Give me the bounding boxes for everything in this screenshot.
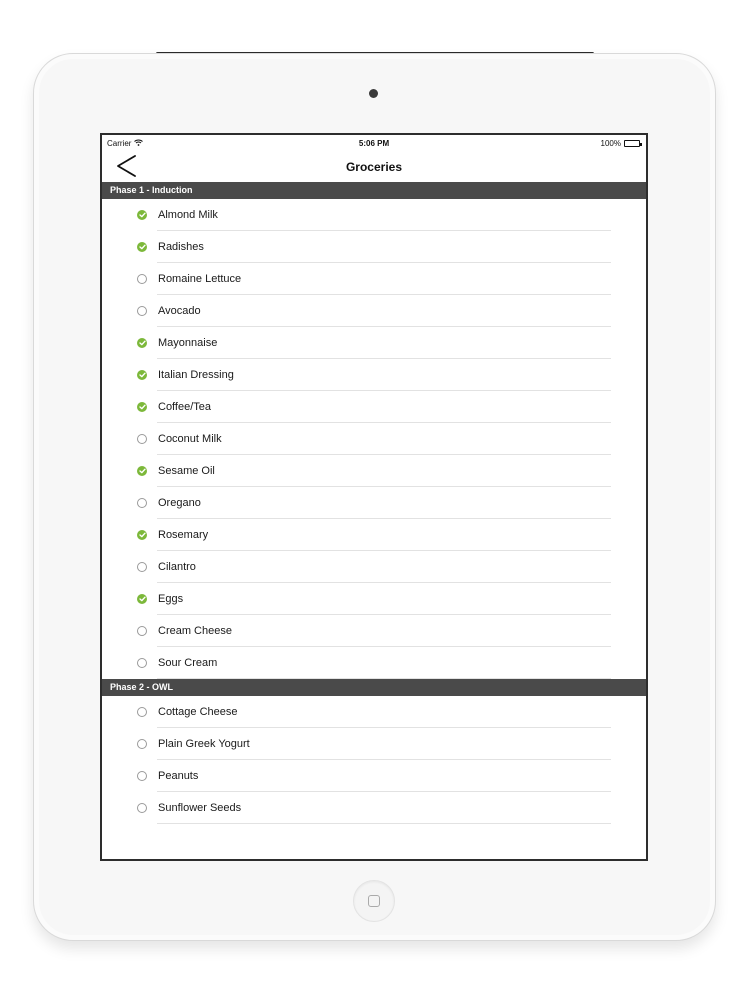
item-label: Eggs: [158, 593, 184, 605]
checkmark-icon[interactable]: [137, 210, 147, 220]
item-label: Cilantro: [158, 561, 196, 573]
battery-icon: [624, 140, 642, 147]
checkmark-icon[interactable]: [137, 242, 147, 252]
row-divider: [157, 823, 611, 824]
item-label: Peanuts: [158, 770, 199, 782]
checkmark-icon[interactable]: [137, 370, 147, 380]
list-item[interactable]: Rosemary: [102, 519, 646, 551]
list-item[interactable]: Italian Dressing: [102, 359, 646, 391]
home-button[interactable]: [353, 880, 395, 922]
empty-circle-icon[interactable]: [137, 274, 147, 284]
list-item[interactable]: Plain Greek Yogurt: [102, 728, 646, 760]
list-item[interactable]: Coconut Milk: [102, 423, 646, 455]
item-label: Rosemary: [158, 529, 209, 541]
home-square-icon: [368, 895, 380, 907]
empty-circle-icon[interactable]: [137, 803, 147, 813]
item-label: Almond Milk: [158, 209, 218, 221]
item-label: Sesame Oil: [158, 465, 215, 477]
section-list: Cottage Cheese Plain Greek Yogurt Peanuts S…: [102, 696, 646, 824]
checkmark-icon[interactable]: [137, 402, 147, 412]
section-header: Phase 2 - OWL: [102, 679, 646, 696]
page-title: Groceries: [345, 160, 403, 174]
list-item[interactable]: Eggs: [102, 583, 646, 615]
checkmark-icon[interactable]: [137, 338, 147, 348]
list-item[interactable]: Sunflower Seeds: [102, 792, 646, 824]
list-item[interactable]: Coffee/Tea: [102, 391, 646, 423]
item-label: Sunflower Seeds: [158, 802, 242, 814]
item-label: Cream Cheese: [158, 625, 232, 637]
list-item[interactable]: Radishes: [102, 231, 646, 263]
battery-percent: 100%: [600, 139, 621, 148]
empty-circle-icon[interactable]: [137, 562, 147, 572]
checkmark-icon[interactable]: [137, 530, 147, 540]
item-label: Mayonnaise: [158, 337, 218, 349]
empty-circle-icon[interactable]: [137, 739, 147, 749]
status-right: 100%: [600, 139, 642, 148]
list-item[interactable]: Avocado: [102, 295, 646, 327]
item-label: Italian Dressing: [158, 369, 234, 381]
empty-circle-icon[interactable]: [137, 707, 147, 717]
empty-circle-icon[interactable]: [137, 626, 147, 636]
checkmark-icon[interactable]: [137, 466, 147, 476]
list-item[interactable]: Peanuts: [102, 760, 646, 792]
list-item[interactable]: Romaine Lettuce: [102, 263, 646, 295]
item-label: Romaine Lettuce: [158, 273, 242, 285]
item-label: Cottage Cheese: [158, 706, 238, 718]
list-item[interactable]: Sesame Oil: [102, 455, 646, 487]
item-label: Oregano: [158, 497, 201, 509]
camera-icon: [369, 89, 378, 98]
item-label: Avocado: [158, 305, 201, 317]
item-label: Plain Greek Yogurt: [158, 738, 250, 750]
section-list: Almond Milk Radishes Romaine Lettuce Avocad…: [102, 199, 646, 679]
item-label: Coconut Milk: [158, 433, 222, 445]
list-item[interactable]: Cottage Cheese: [102, 696, 646, 728]
grocery-list: Phase 1 - Induction Almond Milk Radishes Ro…: [102, 182, 646, 824]
list-item[interactable]: Oregano: [102, 487, 646, 519]
app-screen: Carrier 5:06 PM 100% Groceries Phase 1 -…: [100, 133, 648, 861]
list-item[interactable]: Mayonnaise: [102, 327, 646, 359]
empty-circle-icon[interactable]: [137, 658, 147, 668]
item-label: Coffee/Tea: [158, 401, 212, 413]
status-bar: Carrier 5:06 PM 100%: [102, 135, 646, 152]
status-time: 5:06 PM: [358, 139, 390, 148]
item-label: Sour Cream: [158, 657, 218, 669]
empty-circle-icon[interactable]: [137, 498, 147, 508]
empty-circle-icon[interactable]: [137, 306, 147, 316]
checkmark-icon[interactable]: [137, 594, 147, 604]
empty-circle-icon[interactable]: [137, 434, 147, 444]
list-item[interactable]: Almond Milk: [102, 199, 646, 231]
navigation-bar: Groceries: [102, 152, 646, 182]
list-item[interactable]: Cream Cheese: [102, 615, 646, 647]
item-label: Radishes: [158, 241, 204, 253]
section-header: Phase 1 - Induction: [102, 182, 646, 199]
row-divider: [157, 678, 611, 679]
list-item[interactable]: Sour Cream: [102, 647, 646, 679]
list-item[interactable]: Cilantro: [102, 551, 646, 583]
empty-circle-icon[interactable]: [137, 771, 147, 781]
